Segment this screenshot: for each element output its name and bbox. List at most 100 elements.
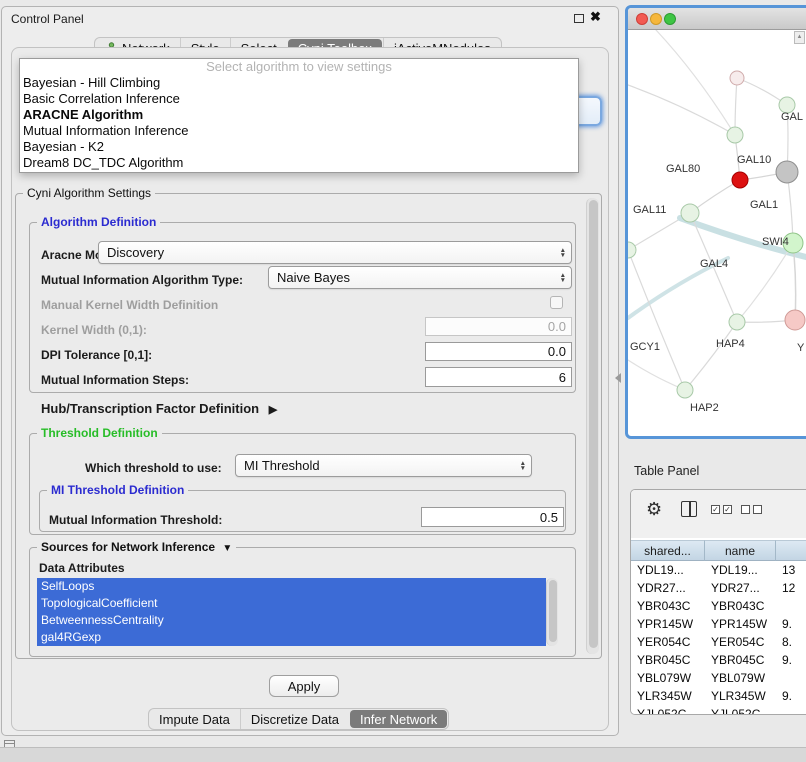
table-row[interactable]: YER054CYER054C8. <box>631 633 806 651</box>
algorithm-option-dream8-dc-tdc-algorithm[interactable]: Dream8 DC_TDC Algorithm <box>20 155 578 171</box>
table-cell: YLR345W <box>705 687 776 705</box>
float-window-icon[interactable] <box>574 14 584 23</box>
column-header-shared[interactable]: shared... <box>631 540 705 561</box>
algorithm-option-bayesian-k2[interactable]: Bayesian - K2 <box>20 139 578 155</box>
network-scrollbar-stub[interactable]: ▲ <box>794 31 805 44</box>
manual-kernel-width-checkbox[interactable] <box>550 296 563 309</box>
network-node[interactable] <box>727 127 743 143</box>
table-cell: YPR145W <box>705 615 776 633</box>
network-node[interactable] <box>677 382 693 398</box>
attributes-list-scrollbar-thumb[interactable] <box>549 580 557 642</box>
network-edge[interactable] <box>656 30 735 135</box>
column-header-2[interactable] <box>776 540 806 561</box>
table-row[interactable]: YJL052CYJL052C <box>631 705 806 715</box>
attribute-item-betweennesscentrality[interactable]: BetweennessCentrality <box>37 612 546 629</box>
attribute-item-topologicalcoefficient[interactable]: TopologicalCoefficient <box>37 595 546 612</box>
table-toolbar: ⚙ ✓✓ <box>631 490 806 538</box>
node-label-gal4: GAL4 <box>700 258 728 270</box>
deselect-all-icon[interactable] <box>741 505 762 514</box>
attribute-item-gal4rgexp[interactable]: gal4RGexp <box>37 629 546 646</box>
apply-button[interactable]: Apply <box>269 675 339 697</box>
table-row[interactable]: YDL19...YDL19...13 <box>631 561 806 579</box>
table-cell: YER054C <box>705 633 776 651</box>
select-all-icon[interactable]: ✓✓ <box>711 505 732 514</box>
column-layout-icon[interactable] <box>681 501 697 517</box>
group-title: Threshold Definition <box>37 426 162 440</box>
table-cell: 9. <box>776 651 806 669</box>
attributes-list-scrollbar[interactable] <box>546 578 558 646</box>
settings-scrollbar[interactable] <box>586 198 599 654</box>
manual-kernel-width-label: Manual Kernel Width Definition <box>41 298 218 312</box>
node-label-swi4: SWI4 <box>762 236 789 248</box>
table-cell <box>776 705 806 715</box>
table-cell: 12 <box>776 579 806 597</box>
network-edge[interactable] <box>735 78 737 135</box>
close-window-icon[interactable]: ✖ <box>590 9 601 25</box>
kernel-width-field[interactable]: 0.0 <box>425 317 572 336</box>
network-node[interactable] <box>681 204 699 222</box>
algorithm-option-bayesian-hill-climbing[interactable]: Bayesian - Hill Climbing <box>20 75 578 91</box>
close-traffic-light[interactable] <box>636 13 648 25</box>
sources-title-label: Sources for Network Inference <box>41 540 215 554</box>
settings-scrollbar-thumb[interactable] <box>589 200 598 648</box>
algorithm-dropdown-popup: Select algorithm to view settings Bayesi… <box>19 58 579 173</box>
algorithm-option-mutual-information-inference[interactable]: Mutual Information Inference <box>20 123 578 139</box>
table-row[interactable]: YDR27...YDR27...12 <box>631 579 806 597</box>
field-value: 0.5 <box>540 510 558 525</box>
network-edge[interactable] <box>628 250 685 390</box>
network-canvas[interactable]: GAL80GAL10GAL11GAL1SWI4GAL4GCY1HAP4HAP2Y… <box>628 30 806 436</box>
mi-algorithm-type-combobox[interactable]: Naive Bayes ▲▼ <box>268 266 572 289</box>
bottom-tabs: Impute DataDiscretize Data Infer Network <box>148 708 449 730</box>
table-cell: YER054C <box>631 633 705 651</box>
table-row[interactable]: YLR345WYLR345W9. <box>631 687 806 705</box>
table-body: YDL19...YDL19...13YDR27...YDR27...12YBR0… <box>631 561 806 715</box>
tab-infer-network[interactable]: Infer Network <box>350 710 447 728</box>
which-threshold-combobox[interactable]: MI Threshold ▲▼ <box>235 454 532 477</box>
table-row[interactable]: YBR043CYBR043C <box>631 597 806 615</box>
node-label-y: Y <box>797 342 805 354</box>
network-edge[interactable] <box>628 360 685 390</box>
hub-definition-toggle[interactable]: Hub/Transcription Factor Definition ▶ <box>41 401 277 416</box>
data-attributes-label: Data Attributes <box>39 561 125 575</box>
network-edge[interactable] <box>737 78 787 105</box>
table-row[interactable]: YPR145WYPR145W9. <box>631 615 806 633</box>
algorithm-option-basic-correlation-inference[interactable]: Basic Correlation Inference <box>20 91 578 107</box>
table-row[interactable]: YBR045CYBR045C9. <box>631 651 806 669</box>
network-node[interactable] <box>730 71 744 85</box>
attribute-item-selfloops[interactable]: SelfLoops <box>37 578 546 595</box>
network-window-titlebar[interactable] <box>628 8 806 30</box>
node-label-gal: GAL <box>781 111 803 123</box>
tab-discretize-data[interactable]: Discretize Data <box>240 709 349 729</box>
zoom-traffic-light[interactable] <box>664 13 676 25</box>
column-header-name[interactable]: name <box>705 540 776 561</box>
dpi-tolerance-field[interactable]: 0.0 <box>425 342 572 361</box>
sources-group-title[interactable]: Sources for Network Inference ▼ <box>37 540 236 554</box>
mi-steps-field[interactable]: 6 <box>425 367 572 387</box>
network-node[interactable] <box>729 314 745 330</box>
chevron-updown-icon: ▲▼ <box>560 273 566 283</box>
aracne-mode-combobox[interactable]: Discovery ▲▼ <box>98 241 572 264</box>
table-cell: 9. <box>776 687 806 705</box>
network-node[interactable] <box>776 161 798 183</box>
minimize-traffic-light[interactable] <box>650 13 662 25</box>
tab-impute-data[interactable]: Impute Data <box>149 709 240 729</box>
mi-steps-label: Mutual Information Steps: <box>41 373 189 387</box>
chevron-updown-icon: ▲▼ <box>520 461 526 471</box>
network-edge[interactable] <box>685 322 737 390</box>
network-node[interactable] <box>785 310 805 330</box>
algorithm-option-aracne-algorithm[interactable]: ARACNE Algorithm <box>20 107 578 123</box>
settings-gear-icon[interactable]: ⚙ <box>646 499 662 519</box>
network-view-window: GAL80GAL10GAL11GAL1SWI4GAL4GCY1HAP4HAP2Y… <box>625 5 806 439</box>
table-row[interactable]: YBL079WYBL079W <box>631 669 806 687</box>
table-cell: 9. <box>776 615 806 633</box>
combobox-value: Discovery <box>107 245 164 260</box>
network-edge[interactable] <box>737 243 793 322</box>
algorithm-popup-placeholder: Select algorithm to view settings <box>20 59 578 75</box>
tab-label: Infer Network <box>360 712 437 727</box>
table-cell <box>776 669 806 687</box>
network-node[interactable] <box>732 172 748 188</box>
mi-threshold-field[interactable]: 0.5 <box>421 507 564 527</box>
data-attributes-list[interactable]: SelfLoopsTopologicalCoefficientBetweenne… <box>37 578 546 646</box>
collapse-splitter-icon[interactable] <box>615 373 621 383</box>
network-node[interactable] <box>628 242 636 258</box>
